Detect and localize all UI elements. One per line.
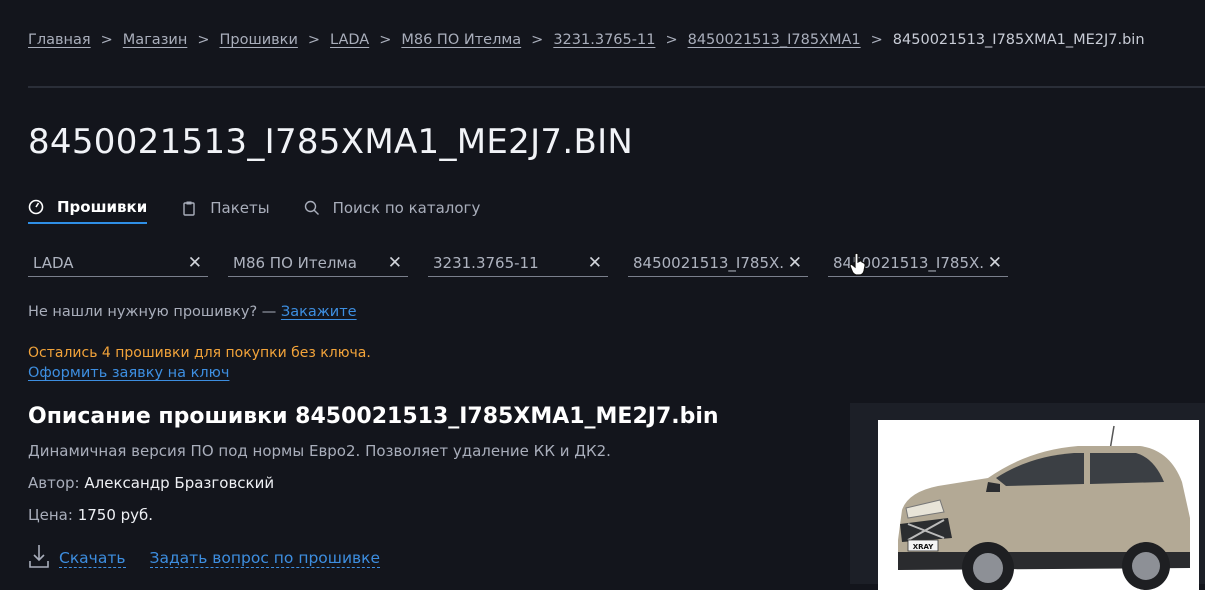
tab-label: Пакеты [210, 199, 270, 217]
breadcrumb-separator: > [307, 32, 321, 48]
not-found-text: Не нашли нужную прошивку? — [28, 304, 281, 320]
author-name: Александр Бразговский [84, 474, 275, 492]
tab-label: Прошивки [57, 198, 148, 216]
description-title: Описание прошивки 8450021513_I785XMA1_ME… [28, 404, 719, 429]
tab-catalog-search[interactable]: Поиск по каталогу [304, 198, 481, 224]
breadcrumb-separator: > [531, 32, 544, 48]
breadcrumb-link-version[interactable]: 3231.3765-11 [553, 32, 655, 48]
breadcrumb-link-firmware[interactable]: Прошивки [219, 32, 297, 48]
filter-value: 3231.3765-11 [433, 253, 539, 272]
close-icon[interactable]: ✕ [788, 253, 802, 273]
breadcrumb-current: 8450021513_I785XMA1_ME2J7.bin [892, 32, 1145, 48]
breadcrumb-link-shop[interactable]: Магазин [123, 32, 188, 48]
header-divider [28, 86, 1205, 88]
close-icon[interactable]: ✕ [188, 253, 202, 273]
breadcrumb-separator: > [100, 32, 113, 48]
hand-cursor-icon [849, 252, 867, 280]
description-text: Динамичная версия ПО под нормы Евро2. По… [28, 442, 611, 460]
breadcrumb-link-calibration[interactable]: 8450021513_I785XMA1 [688, 32, 861, 48]
remaining-warning: Остались 4 прошивки для покупки без ключ… [28, 345, 371, 361]
author-row: Автор: Александр Бразговский [28, 474, 274, 492]
tab-label: Поиск по каталогу [332, 199, 481, 217]
breadcrumb-separator: > [870, 32, 883, 48]
actions-row: Скачать Задать вопрос по прошивке [28, 543, 381, 573]
price-row: Цена: 1750 руб. [28, 506, 153, 524]
filter-chip-brand[interactable]: LADA ✕ [28, 249, 208, 277]
price-label: Цена: [28, 506, 73, 524]
filter-bar: LADA ✕ М86 ПО Ителма ✕ 3231.3765-11 ✕ 84… [28, 249, 1028, 277]
author-label: Автор: [28, 474, 80, 492]
close-icon[interactable]: ✕ [588, 253, 602, 273]
plate-badge: XRAY [913, 543, 935, 551]
key-request-link[interactable]: Оформить заявку на ключ [28, 365, 229, 381]
filter-value: 8450021513_I785X.. [633, 253, 784, 272]
download-button[interactable]: Скачать [28, 543, 126, 573]
order-link[interactable]: Закажите [281, 304, 357, 320]
tab-bar: Прошивки Пакеты Поиск по каталогу [28, 198, 514, 224]
breadcrumb-separator: > [665, 32, 678, 48]
page-title: 8450021513_I785XMA1_ME2J7.BIN [28, 122, 634, 162]
breadcrumb: Главная > Магазин > Прошивки > LADA > М86 ПО Ите… [28, 32, 1145, 48]
speedometer-icon [28, 199, 44, 215]
search-icon [304, 200, 320, 216]
breadcrumb-link-lada[interactable]: LADA [330, 32, 369, 48]
download-icon [28, 543, 50, 573]
price-value: 1750 руб. [77, 506, 154, 524]
filter-chip-calibration[interactable]: 8450021513_I785X.. ✕ [628, 249, 808, 277]
close-icon[interactable]: ✕ [388, 253, 402, 273]
download-label: Скачать [59, 548, 126, 568]
breadcrumb-separator: > [197, 32, 210, 48]
tab-firmware[interactable]: Прошивки [28, 198, 148, 224]
filter-chip-ecu[interactable]: М86 ПО Ителма ✕ [228, 249, 408, 277]
close-icon[interactable]: ✕ [988, 253, 1002, 273]
product-image-panel: XRAY [850, 403, 1205, 590]
clipboard-icon [181, 200, 197, 216]
breadcrumb-link-ecu[interactable]: М86 ПО Ителма [401, 32, 521, 48]
tab-packages[interactable]: Пакеты [181, 198, 270, 224]
product-photo: XRAY [878, 420, 1199, 590]
filter-value: LADA [33, 253, 74, 272]
ask-question-link[interactable]: Задать вопрос по прошивке [149, 549, 381, 568]
breadcrumb-separator: > [379, 32, 392, 48]
filter-chip-version[interactable]: 3231.3765-11 ✕ [428, 249, 608, 277]
not-found-note: Не нашли нужную прошивку? — Закажите [28, 304, 357, 320]
breadcrumb-link-home[interactable]: Главная [28, 32, 91, 48]
filter-value: М86 ПО Ителма [233, 253, 357, 272]
